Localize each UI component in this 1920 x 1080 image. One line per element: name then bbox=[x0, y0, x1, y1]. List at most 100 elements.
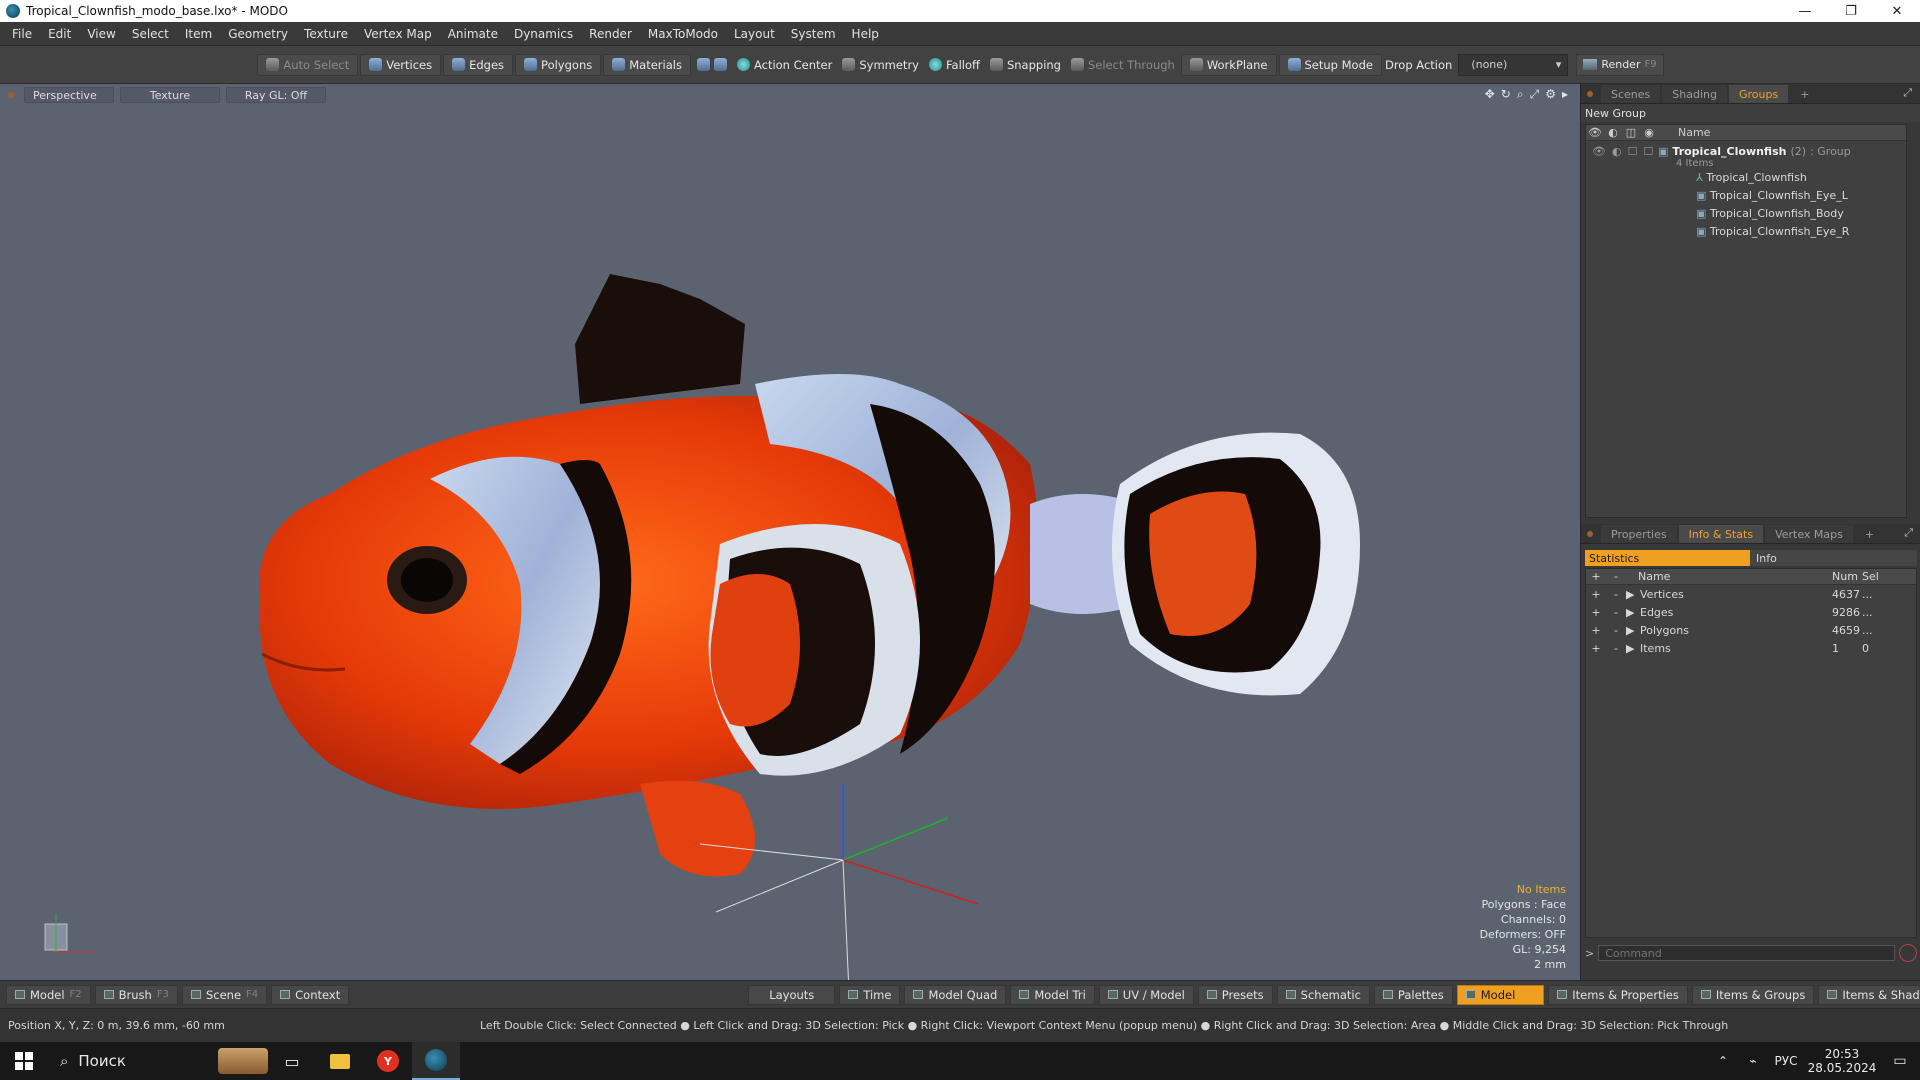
presets-button[interactable]: Presets bbox=[1197, 984, 1273, 1005]
list-item[interactable]: ▣ Tropical_Clownfish_Eye_R bbox=[1696, 223, 1906, 241]
items-groups-button[interactable]: Items & Groups bbox=[1691, 984, 1815, 1005]
remove-selection-icon[interactable]: - bbox=[1606, 624, 1626, 637]
setup-mode-button[interactable]: Setup Mode bbox=[1278, 53, 1382, 76]
render-button[interactable]: Render F9 bbox=[1576, 53, 1664, 76]
tab-properties[interactable]: Properties bbox=[1601, 525, 1677, 543]
menu-view[interactable]: View bbox=[79, 27, 123, 41]
group-render-icon[interactable]: ◐ bbox=[1612, 145, 1622, 169]
layout-scene-tab[interactable]: Scene F4 bbox=[181, 984, 268, 1005]
auto-select-button[interactable]: Auto Select bbox=[257, 53, 359, 76]
add-selection-icon[interactable]: + bbox=[1586, 606, 1606, 619]
menu-texture[interactable]: Texture bbox=[296, 27, 356, 41]
minimize-button[interactable]: — bbox=[1782, 0, 1828, 22]
yandex-browser-button[interactable]: Y bbox=[364, 1042, 412, 1080]
model-interface-button[interactable]: Model bbox=[1456, 984, 1545, 1005]
remove-selection-icon[interactable]: - bbox=[1606, 588, 1626, 601]
tab-groups[interactable]: Groups bbox=[1728, 85, 1789, 103]
expand-arrow-icon[interactable]: ▶ bbox=[1626, 642, 1640, 655]
close-button[interactable]: ✕ bbox=[1874, 0, 1920, 22]
edges-mode-button[interactable]: Edges bbox=[443, 53, 514, 76]
list-item[interactable]: ⅄ Tropical_Clownfish bbox=[1696, 169, 1906, 187]
task-view-button[interactable]: ▭ bbox=[268, 1042, 316, 1080]
menu-system[interactable]: System bbox=[783, 27, 844, 41]
menu-layout[interactable]: Layout bbox=[726, 27, 783, 41]
menu-vertex-map[interactable]: Vertex Map bbox=[356, 27, 440, 41]
collapse-all-icon[interactable]: - bbox=[1606, 570, 1626, 583]
add-selection-icon[interactable]: + bbox=[1586, 642, 1606, 655]
panel-menu-dot-icon[interactable] bbox=[1587, 91, 1593, 97]
layouts-button[interactable]: Layouts bbox=[748, 984, 836, 1005]
action-center-button[interactable]: Action Center bbox=[733, 54, 836, 76]
table-row[interactable]: + - ▶ Vertices 4637 ... bbox=[1586, 585, 1916, 603]
clock[interactable]: 20:53 28.05.2024 bbox=[1804, 1047, 1880, 1075]
menu-geometry[interactable]: Geometry bbox=[220, 27, 296, 41]
vertices-mode-button[interactable]: Vertices bbox=[360, 53, 442, 76]
select-through-button[interactable]: Select Through bbox=[1067, 54, 1179, 76]
table-row[interactable]: + - ▶ Edges 9286 ... bbox=[1586, 603, 1916, 621]
language-indicator[interactable]: РУС bbox=[1768, 1054, 1804, 1068]
tab-scenes[interactable]: Scenes bbox=[1601, 85, 1661, 103]
expand-all-icon[interactable]: + bbox=[1586, 570, 1606, 583]
panel-menu-dot-icon[interactable] bbox=[1587, 531, 1593, 537]
add-tab-button[interactable]: + bbox=[1790, 85, 1819, 103]
add-selection-icon[interactable]: + bbox=[1586, 588, 1606, 601]
menu-render[interactable]: Render bbox=[581, 27, 640, 41]
menu-item[interactable]: Item bbox=[177, 27, 220, 41]
item-mode-button[interactable] bbox=[693, 54, 731, 76]
modo-taskbar-button[interactable] bbox=[412, 1042, 460, 1080]
symmetry-button[interactable]: Symmetry bbox=[838, 54, 923, 76]
file-explorer-button[interactable] bbox=[316, 1042, 364, 1080]
remove-selection-icon[interactable]: - bbox=[1606, 642, 1626, 655]
add-tab-button[interactable]: + bbox=[1855, 525, 1884, 543]
menu-animate[interactable]: Animate bbox=[440, 27, 506, 41]
model-tri-button[interactable]: Model Tri bbox=[1010, 984, 1095, 1005]
workplane-button[interactable]: WorkPlane bbox=[1180, 53, 1277, 76]
network-icon[interactable]: ⌁ bbox=[1738, 1054, 1768, 1068]
menu-edit[interactable]: Edit bbox=[40, 27, 79, 41]
remove-selection-icon[interactable]: - bbox=[1606, 606, 1626, 619]
windows-start-button[interactable] bbox=[0, 1042, 48, 1080]
expand-arrow-icon[interactable]: ▶ bbox=[1626, 606, 1640, 619]
menu-maxtomodo[interactable]: MaxToModo bbox=[640, 27, 726, 41]
materials-mode-button[interactable]: Materials bbox=[603, 53, 691, 76]
layout-brush-tab[interactable]: Brush F3 bbox=[94, 984, 178, 1005]
falloff-button[interactable]: Falloff bbox=[925, 54, 984, 76]
lock-toggle-icon[interactable]: ◫ bbox=[1622, 126, 1640, 139]
select-toggle-icon[interactable]: ◉ bbox=[1640, 126, 1658, 139]
3d-viewport[interactable]: Perspective Texture Ray GL: Off ✥ ↻ ⌕ ⤢ … bbox=[0, 84, 1580, 980]
snapping-button[interactable]: Snapping bbox=[986, 54, 1065, 76]
tab-shading[interactable]: Shading bbox=[1662, 85, 1727, 103]
items-shading-button[interactable]: Items & Shading bbox=[1818, 984, 1920, 1005]
uv-model-button[interactable]: UV / Model bbox=[1098, 984, 1194, 1005]
table-row[interactable]: + - ▶ Items 1 0 bbox=[1586, 639, 1916, 657]
clownfish-model[interactable] bbox=[258, 274, 1360, 877]
list-item[interactable]: ▣ Tropical_Clownfish_Eye_L bbox=[1696, 187, 1906, 205]
maximize-panel-icon[interactable]: ⤢ bbox=[1904, 526, 1913, 540]
layout-model-tab[interactable]: Model F2 bbox=[6, 984, 91, 1005]
taskbar-search[interactable]: ⌕ Поиск bbox=[48, 1042, 268, 1080]
expand-arrow-icon[interactable]: ▶ bbox=[1626, 588, 1640, 601]
schematic-button[interactable]: Schematic bbox=[1276, 984, 1370, 1005]
new-group-button[interactable]: New Group bbox=[1585, 107, 1646, 120]
menu-dynamics[interactable]: Dynamics bbox=[506, 27, 581, 41]
tray-overflow-chevron-icon[interactable]: ⌃ bbox=[1708, 1054, 1738, 1068]
group-select-checkbox[interactable]: ☐ bbox=[1643, 145, 1653, 169]
menu-select[interactable]: Select bbox=[124, 27, 177, 41]
notifications-icon[interactable]: ▭ bbox=[1880, 1053, 1920, 1069]
maximize-button[interactable]: ❐ bbox=[1828, 0, 1874, 22]
layout-context-tab[interactable]: Context bbox=[271, 984, 350, 1005]
group-lock-checkbox[interactable]: ☐ bbox=[1628, 145, 1638, 169]
menu-file[interactable]: File bbox=[4, 27, 40, 41]
tab-info-stats[interactable]: Info & Stats bbox=[1678, 525, 1764, 543]
group-row[interactable]: 👁 ◐ ☐ ☐ ▣ Tropical_Clownfish (2) : Group… bbox=[1586, 141, 1906, 169]
maximize-panel-icon[interactable]: ⤢ bbox=[1903, 86, 1912, 100]
group-visibility-eye-icon[interactable]: 👁 bbox=[1592, 145, 1606, 169]
render-toggle-icon[interactable]: ◐ bbox=[1604, 126, 1622, 139]
tab-vertex-maps[interactable]: Vertex Maps bbox=[1765, 525, 1853, 543]
palettes-button[interactable]: Palettes bbox=[1373, 984, 1453, 1005]
subtab-statistics[interactable]: Statistics bbox=[1585, 550, 1750, 566]
table-row[interactable]: + - ▶ Polygons 4659 ... bbox=[1586, 621, 1916, 639]
visibility-eye-icon[interactable]: 👁 bbox=[1586, 126, 1604, 139]
command-input[interactable] bbox=[1598, 945, 1895, 961]
time-button[interactable]: Time bbox=[839, 984, 901, 1005]
